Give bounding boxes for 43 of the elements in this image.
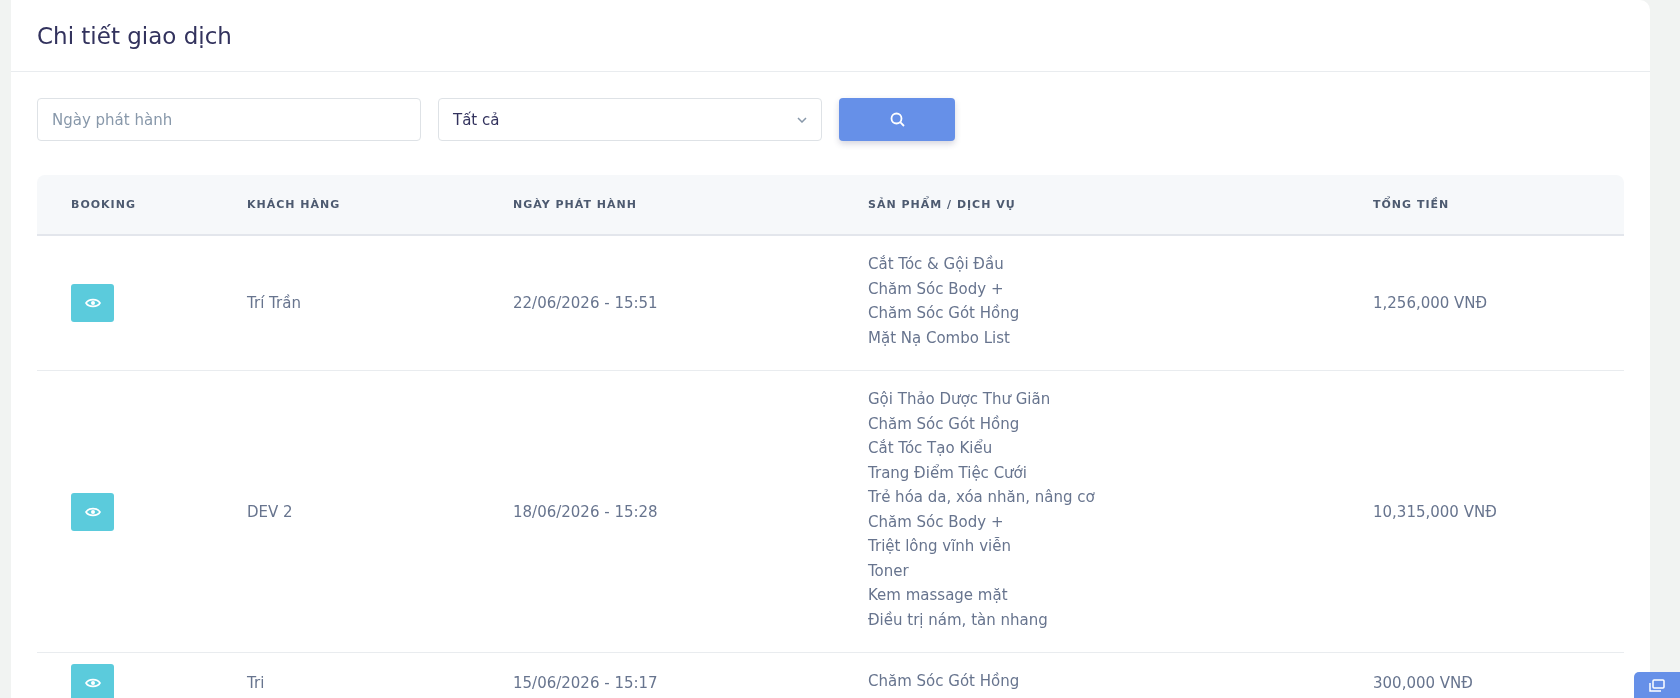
view-button[interactable]	[71, 664, 114, 698]
view-button[interactable]	[71, 492, 114, 531]
windows-icon	[1649, 678, 1665, 692]
search-icon	[889, 112, 905, 127]
product-name: Chăm Sóc Body +	[868, 279, 1004, 298]
product-name: Toner	[868, 561, 909, 580]
search-button[interactable]	[839, 98, 955, 141]
floating-button[interactable]	[1634, 672, 1680, 698]
column-header: NGÀY PHÁT HÀNH	[513, 198, 637, 211]
issue-date: 22/06/2026 - 15:51	[513, 294, 658, 312]
status-select[interactable]: Tất cả	[438, 98, 822, 141]
total-amount: 300,000 VNĐ	[1373, 674, 1473, 693]
product-name: Kem massage mặt	[868, 586, 1008, 604]
column-header: SẢN PHẨM / DỊCH VỤ	[868, 198, 1016, 211]
column-header: KHÁCH HÀNG	[247, 198, 341, 211]
view-button[interactable]	[71, 284, 114, 322]
eye-icon	[84, 297, 101, 309]
date-field[interactable]: Ngày phát hành	[37, 98, 421, 141]
customer-name: Tri	[247, 674, 265, 693]
card-title: Chi tiết giao dịch	[37, 22, 232, 49]
total-amount: 10,315,000 VNĐ	[1373, 502, 1497, 521]
total-amount: 1,256,000 VNĐ	[1373, 294, 1488, 312]
product-name: Gội Thảo Dược Thư Giãn	[868, 390, 1051, 408]
product-name: Chăm Sóc Gót Hồng	[868, 672, 1020, 690]
product-name: Trẻ hóa da, xóa nhăn, nâng cơ	[868, 488, 1095, 506]
chevron-down-icon	[797, 116, 807, 123]
product-name: Triệt lông vĩnh viễn	[868, 537, 1011, 555]
column-header: BOOKING	[71, 198, 136, 211]
issue-date: 15/06/2026 - 15:17	[513, 674, 658, 693]
product-name: Chăm Sóc Gót Hồng	[868, 304, 1020, 322]
product-name: Cắt Tóc & Gội Đầu	[868, 255, 1004, 273]
column-header: TỔNG TIỀN	[1373, 198, 1450, 211]
customer-name: DEV 2	[247, 502, 293, 521]
product-name: Trang Điểm Tiệc Cưới	[868, 463, 1027, 482]
product-name: Chăm Sóc Gót Hồng	[868, 414, 1020, 433]
eye-icon	[84, 677, 101, 690]
eye-icon	[84, 505, 101, 518]
customer-name: Trí Trần	[247, 294, 301, 312]
product-name: Cắt Tóc Tạo Kiểu	[868, 439, 993, 457]
product-name: Mặt Nạ Combo List	[868, 328, 1010, 347]
product-name: Chăm Sóc Body +	[868, 512, 1004, 531]
issue-date: 18/06/2026 - 15:28	[513, 502, 658, 521]
product-name: Điều trị nám, tàn nhang	[868, 610, 1048, 629]
